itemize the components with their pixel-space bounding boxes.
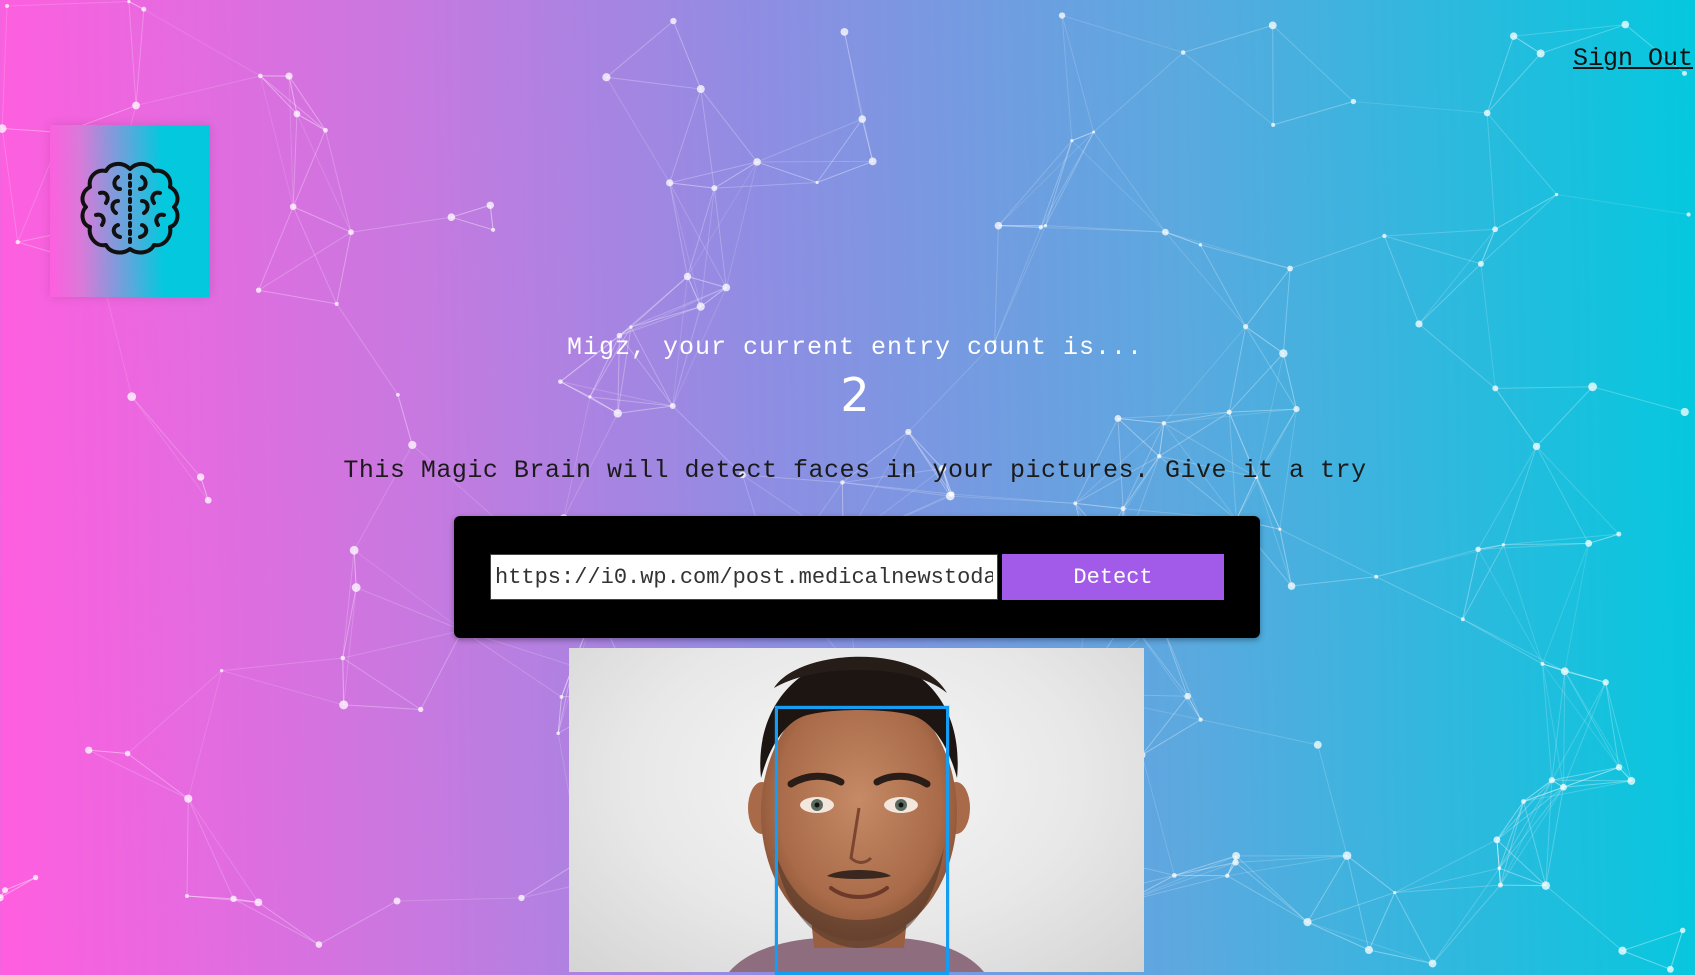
- detect-button[interactable]: Detect: [1002, 554, 1224, 600]
- entry-count-greeting: Migz, your current entry count is...: [566, 333, 1144, 362]
- face-bounding-box: [775, 706, 949, 975]
- brain-icon: [80, 162, 180, 255]
- sign-out-link[interactable]: Sign Out: [1573, 44, 1693, 73]
- entry-count-value: 2: [840, 368, 870, 422]
- image-url-input[interactable]: [490, 554, 998, 600]
- instruction-text: This Magic Brain will detect faces in yo…: [343, 456, 1367, 485]
- logo[interactable]: [50, 125, 210, 297]
- image-url-form: Detect: [454, 516, 1260, 638]
